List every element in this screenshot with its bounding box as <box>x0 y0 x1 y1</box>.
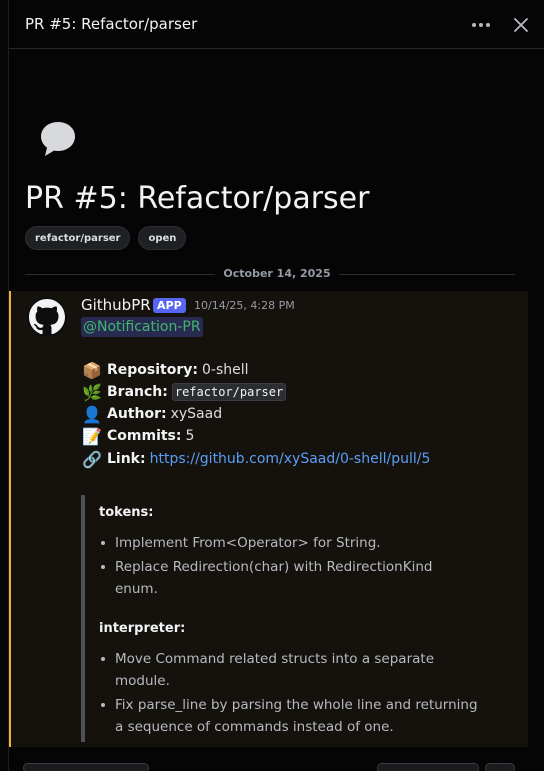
message-author[interactable]: GithubPR <box>81 296 151 314</box>
avatar[interactable] <box>27 297 67 337</box>
app-badge: APP <box>153 298 186 313</box>
memo-icon: 📝 <box>82 426 102 446</box>
link-icon: 🔗 <box>82 449 102 469</box>
list-item: Fix parse_line by parsing the whole line… <box>99 694 479 738</box>
more-options-icon[interactable] <box>469 13 493 37</box>
list-item: Move Command related structs into a sepa… <box>99 648 479 692</box>
field-link-label: Link: <box>107 451 146 467</box>
chat-bubble-icon <box>37 118 79 160</box>
tokens-list: Implement From<Operator> for String. Rep… <box>99 532 479 602</box>
tag-status[interactable]: open <box>138 226 187 250</box>
date-divider-label: October 14, 2025 <box>217 267 337 280</box>
person-icon: 👤 <box>82 404 102 424</box>
field-commits: 📝 Commits: 5 <box>81 425 194 447</box>
section-heading-interpreter: interpreter: <box>99 621 186 636</box>
list-item: Implement From<Operator> for String. <box>99 532 479 554</box>
package-icon: 📦 <box>82 360 102 380</box>
tag-list: refactor/parser open <box>25 226 187 250</box>
thread-title: PR #5: Refactor/parser <box>25 181 370 216</box>
field-author-label: Author: <box>107 406 167 422</box>
field-branch-label: Branch: <box>107 384 168 400</box>
embed-quote: tokens: Implement From<Operator> for Str… <box>81 495 501 742</box>
message: GithubPR APP 10/14/25, 4:28 PM @Notifica… <box>9 291 528 747</box>
herb-icon: 🌿 <box>82 382 102 402</box>
bottom-action-right[interactable] <box>377 763 479 771</box>
thread-panel: PR #5: Refactor/parser PR #5: Refactor/p… <box>8 0 544 771</box>
field-commits-value: 5 <box>185 428 195 444</box>
section-heading-tokens: tokens: <box>99 505 154 520</box>
field-commits-label: Commits: <box>107 428 182 444</box>
field-author-value: xySaad <box>170 406 223 422</box>
pr-link[interactable]: https://github.com/xySaad/0-shell/pull/5 <box>150 451 431 467</box>
list-item: Replace Redirection(char) with Redirecti… <box>99 556 479 600</box>
github-icon <box>29 299 65 335</box>
header-title: PR #5: Refactor/parser <box>25 15 198 33</box>
field-repository: 📦 Repository: 0-shell <box>81 359 249 381</box>
field-author: 👤 Author: xySaad <box>81 403 222 425</box>
message-timestamp: 10/14/25, 4:28 PM <box>194 299 295 312</box>
tag-branch[interactable]: refactor/parser <box>25 226 131 250</box>
close-icon[interactable] <box>509 13 533 37</box>
field-repository-value: 0-shell <box>202 362 249 378</box>
role-mention[interactable]: @Notification-PR <box>81 317 203 337</box>
field-repository-label: Repository: <box>107 362 198 378</box>
thread-header: PR #5: Refactor/parser <box>9 0 544 49</box>
bottom-action-extra[interactable] <box>485 763 515 771</box>
interpreter-list: Move Command related structs into a sepa… <box>99 648 479 740</box>
bottom-action-left[interactable] <box>23 763 149 771</box>
field-branch-value: refactor/parser <box>171 383 287 401</box>
date-divider: October 14, 2025 <box>9 267 544 280</box>
field-branch: 🌿 Branch: refactor/parser <box>81 381 287 403</box>
field-link: 🔗 Link: https://github.com/xySaad/0-shel… <box>81 448 430 470</box>
